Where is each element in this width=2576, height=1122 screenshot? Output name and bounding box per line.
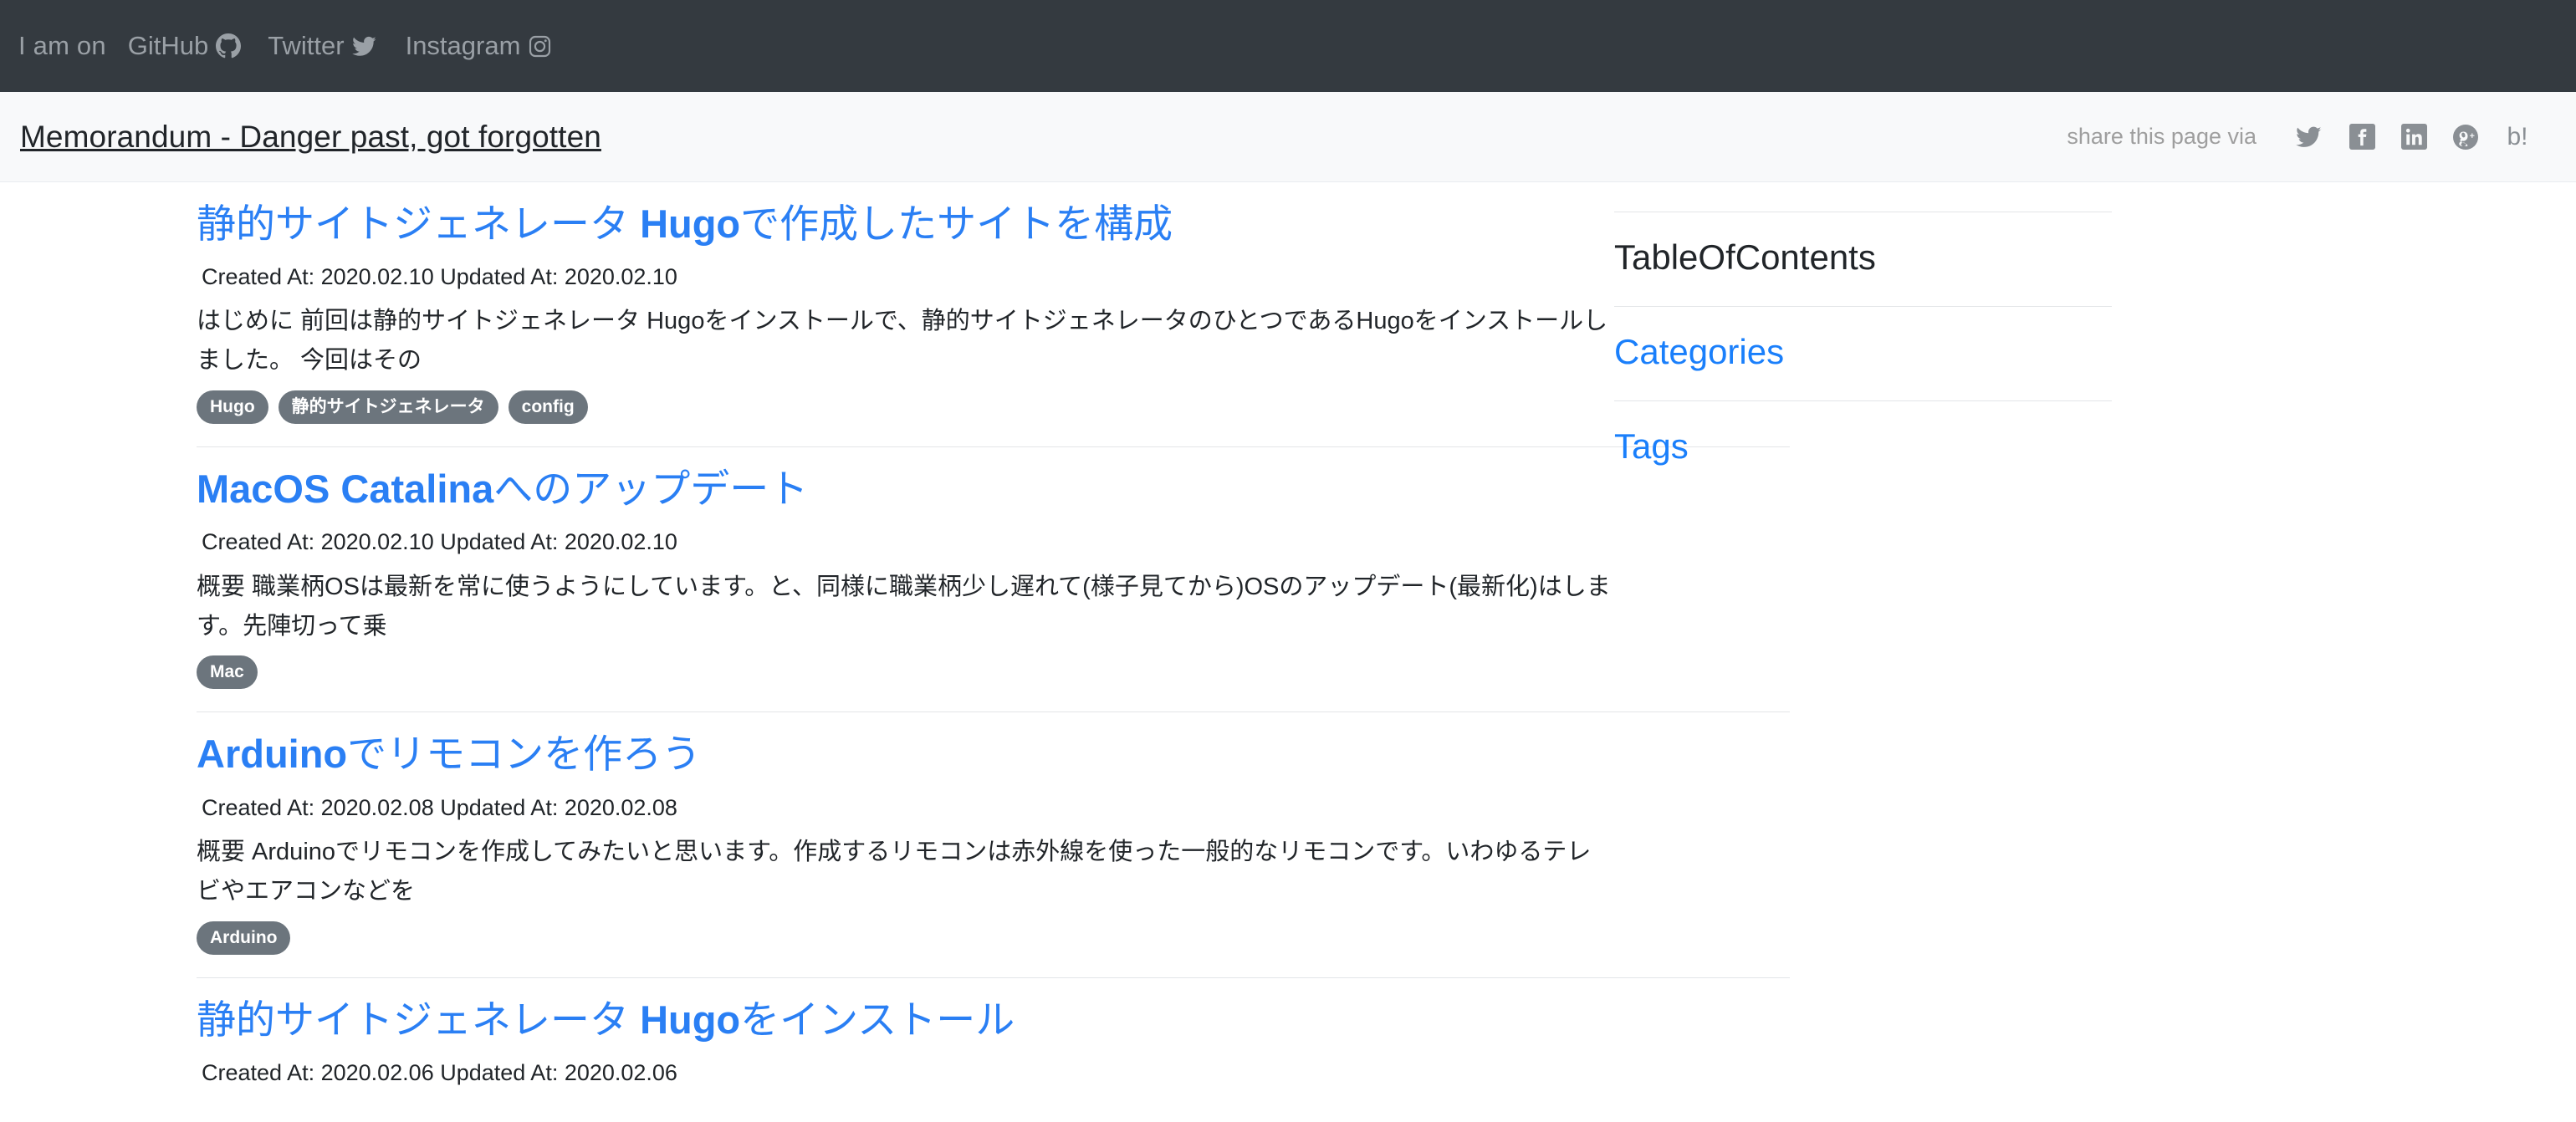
post-title-post: で作成したサイトを構成 (740, 201, 1173, 246)
top-social-navbar-inner: I am on GitHub Twitter Instagram (18, 31, 579, 61)
post-dates: Created At: 2020.02.10 Updated At: 2020.… (202, 264, 677, 290)
post-tag[interactable]: config (508, 390, 588, 425)
twitter-icon (351, 34, 379, 58)
post-title-pre: 静的サイトジェネレータ (197, 201, 641, 246)
post-title-latin: MacOS Catalina (197, 467, 494, 512)
site-header-bar: Memorandum - Danger past, got forgotten … (0, 92, 2576, 182)
share-bar: share this page via b! (2067, 120, 2534, 154)
github-icon (216, 33, 242, 59)
post-tag[interactable]: Mac (197, 655, 258, 690)
post-tags: Arduino (197, 921, 1614, 955)
sidebar-tags-link[interactable]: Tags (1614, 401, 2149, 495)
post-summary: 概要 職業柄OSは最新を常に使うようにしています。と、同様に職業柄少し遅れて(様… (197, 573, 1611, 640)
post-dates: Created At: 2020.02.08 Updated At: 2020.… (202, 794, 677, 820)
nav-link-instagram[interactable]: Instagram (406, 31, 553, 61)
instagram-icon (528, 34, 552, 59)
nav-link-twitter-label: Twitter (268, 31, 345, 60)
post-tag[interactable]: Hugo (197, 390, 268, 425)
post-item: MacOS Catalinaへのアップデート Created At: 2020.… (197, 447, 1790, 713)
post-title-latin: Hugo (640, 997, 741, 1042)
post-summary: はじめに 前回は静的サイトジェネレータ Hugoをインストールで、静的サイトジェ… (197, 308, 1608, 375)
sidebar-toc-heading: TableOfContents (1614, 237, 1876, 277)
sidebar-categories-link[interactable]: Categories (1614, 307, 2149, 400)
post-tag[interactable]: Arduino (197, 921, 291, 955)
post-dates: Created At: 2020.02.10 Updated At: 2020.… (202, 529, 677, 555)
hatena-bookmark-share-icon[interactable]: b! (2501, 120, 2534, 154)
nav-link-twitter[interactable]: Twitter (268, 31, 378, 61)
linkedin-share-icon[interactable] (2397, 120, 2430, 154)
post-title-latin: Hugo (640, 201, 741, 246)
sidebar: TableOfContents Categories Tags (1614, 182, 2149, 495)
page-layout: 静的サイトジェネレータ Hugoで作成したサイトを構成 Created At: … (0, 182, 2576, 1098)
post-title-post: へのアップデート (493, 467, 809, 512)
post-title-link[interactable]: 静的サイトジェネレータ Hugoをインストール (197, 995, 1614, 1045)
post-title-latin: Arduino (197, 732, 348, 777)
post-title-post: でリモコンを作ろう (347, 732, 702, 777)
post-title-link[interactable]: MacOS Catalinaへのアップデート (197, 464, 1614, 514)
share-label: share this page via (2067, 124, 2257, 149)
post-tags: Hugo 静的サイトジェネレータ config (197, 390, 1614, 425)
top-social-navbar: I am on GitHub Twitter Instagram (0, 0, 2576, 92)
nav-link-github[interactable]: GitHub (127, 31, 242, 61)
post-title-link[interactable]: 静的サイトジェネレータ Hugoで作成したサイトを構成 (197, 199, 1614, 249)
post-title-link[interactable]: Arduinoでリモコンを作ろう (197, 729, 1614, 779)
facebook-share-icon[interactable] (2345, 120, 2379, 154)
googleplus-share-icon[interactable] (2449, 120, 2482, 154)
post-title-pre: 静的サイトジェネレータ (197, 997, 641, 1042)
twitter-share-icon[interactable] (2293, 120, 2327, 154)
post-item: 静的サイトジェネレータ Hugoをインストール Created At: 2020… (197, 978, 1614, 1089)
i-am-on-label: I am on (18, 31, 106, 60)
post-dates: Created At: 2020.02.06 Updated At: 2020.… (202, 1059, 677, 1085)
nav-link-github-label: GitHub (127, 31, 209, 60)
post-item: 静的サイトジェネレータ Hugoで作成したサイトを構成 Created At: … (197, 182, 1790, 448)
post-tags: Mac (197, 655, 1614, 690)
nav-link-instagram-label: Instagram (405, 31, 521, 60)
post-summary: 概要 Arduinoでリモコンを作成してみたいと思います。作成するリモコンは赤外… (197, 838, 1592, 905)
post-item: Arduinoでリモコンを作ろう Created At: 2020.02.08 … (197, 712, 1790, 978)
post-tag[interactable]: 静的サイトジェネレータ (278, 390, 498, 425)
site-title[interactable]: Memorandum - Danger past, got forgotten (20, 120, 601, 155)
post-list: 静的サイトジェネレータ Hugoで作成したサイトを構成 Created At: … (0, 182, 1790, 1098)
post-title-post: をインストール (740, 997, 1015, 1042)
